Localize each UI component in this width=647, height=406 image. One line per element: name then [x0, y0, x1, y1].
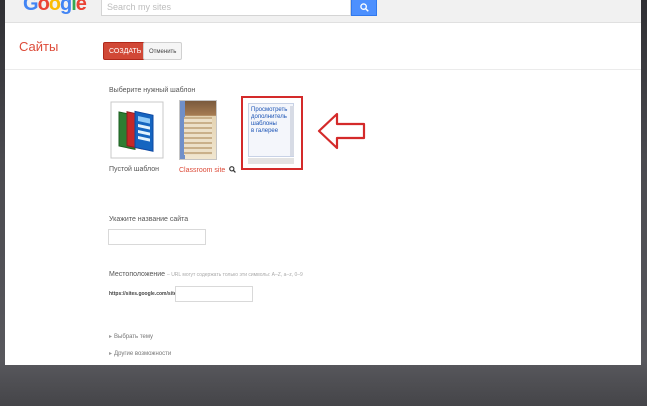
- location-input[interactable]: [175, 286, 253, 302]
- choose-theme-toggle[interactable]: ▸ Выбрать тему: [109, 333, 153, 340]
- url-prefix: https://sites.google.com/site/: [109, 291, 178, 297]
- classroom-template-tile[interactable]: [179, 100, 217, 160]
- gallery-line-4: в галерее: [251, 128, 279, 134]
- left-arrow-icon: [317, 112, 366, 150]
- blank-template-icon: [110, 101, 164, 159]
- page-title: Сайты: [19, 39, 59, 54]
- site-name-input[interactable]: [108, 229, 206, 245]
- site-name-label: Укажите название сайта: [109, 216, 189, 223]
- card-footer: [248, 158, 294, 164]
- triangle-right-icon: ▸: [109, 351, 113, 357]
- choose-theme-label: Выбрать тему: [114, 334, 154, 340]
- slide-shadow: [0, 361, 647, 406]
- gallery-line-3: шаблоны: [251, 121, 277, 127]
- app-header: Сайты: [5, 23, 641, 70]
- google-header: Google Search my sites: [5, 0, 641, 23]
- card-scrollbar: [290, 106, 294, 156]
- browser-screenshot: Google Search my sites Сайты СОЗДАТЬ Отм…: [5, 0, 641, 365]
- gallery-line-1: Просмотреть: [251, 107, 288, 113]
- classroom-template-label[interactable]: Classroom site: [179, 166, 237, 174]
- location-hint: – URL могут содержать только эти символы…: [167, 272, 303, 278]
- cancel-button[interactable]: Отменить: [143, 42, 183, 60]
- blank-template-label: Пустой шаблон: [109, 166, 159, 173]
- location-label: Местоположение: [109, 271, 166, 278]
- more-options-label: Другие возможности: [114, 351, 172, 357]
- template-preview: [184, 117, 212, 155]
- google-logo[interactable]: Google: [23, 0, 87, 14]
- more-options-toggle[interactable]: ▸ Другие возможности: [109, 350, 171, 357]
- search-icon: [360, 3, 369, 12]
- create-button[interactable]: СОЗДАТЬ: [103, 42, 148, 60]
- location-row: Местоположение – URL могут содержать тол…: [109, 271, 303, 278]
- search-button[interactable]: [351, 0, 377, 16]
- gallery-template-card[interactable]: Просмотреть дополнитель шаблоны в галере…: [248, 103, 294, 157]
- gallery-line-2: дополнитель: [251, 114, 287, 120]
- template-heading: Выберите нужный шаблон: [109, 87, 196, 94]
- triangle-right-icon: ▸: [109, 334, 113, 340]
- magnifier-icon[interactable]: [229, 166, 237, 173]
- search-input[interactable]: Search my sites: [101, 0, 351, 16]
- blank-template-tile[interactable]: [109, 100, 165, 160]
- gallery-template-highlight[interactable]: Просмотреть дополнитель шаблоны в галере…: [241, 96, 303, 170]
